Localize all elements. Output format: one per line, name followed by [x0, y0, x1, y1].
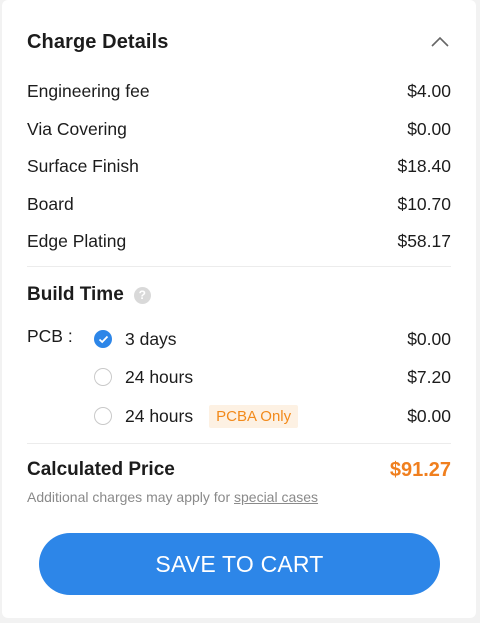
pcba-only-badge: PCBA Only	[209, 404, 299, 428]
build-time-heading: Build Time ?	[27, 281, 151, 309]
charge-details-header: Charge Details	[27, 28, 451, 56]
build-option-24-hours[interactable]: 24 hours $7.20	[94, 364, 451, 390]
option-price: $0.00	[407, 328, 451, 349]
charge-row-via-covering: Via Covering $0.00	[27, 117, 451, 141]
collapse-button[interactable]	[429, 31, 451, 53]
option-label: 24 hours	[125, 405, 194, 426]
radio-selected[interactable]	[94, 330, 112, 348]
charge-value: $0.00	[407, 118, 451, 139]
charge-label: Surface Finish	[27, 155, 139, 176]
divider	[27, 443, 451, 444]
build-time-title: Build Time	[27, 284, 124, 305]
save-to-cart-button[interactable]: SAVE TO CART	[39, 533, 440, 595]
option-label: 3 days	[125, 328, 177, 349]
charge-row-surface-finish: Surface Finish $18.40	[27, 154, 451, 178]
option-price: $7.20	[407, 366, 451, 387]
build-option-24-hours-pcba[interactable]: 24 hours PCBA Only $0.00	[94, 403, 451, 429]
charge-label: Edge Plating	[27, 230, 127, 251]
charge-label: Engineering fee	[27, 80, 150, 101]
charge-value: $58.17	[397, 230, 451, 251]
charge-label: Via Covering	[27, 118, 127, 139]
charge-row-board: Board $10.70	[27, 192, 451, 216]
charge-details-title: Charge Details	[27, 30, 169, 53]
calculated-price-title: Calculated Price	[27, 459, 175, 480]
build-option-3-days[interactable]: 3 days $0.00	[94, 326, 451, 352]
charge-details-panel: Charge Details Engineering fee $4.00 Via…	[2, 0, 476, 618]
chevron-up-icon	[431, 36, 449, 47]
calculated-price-row: Calculated Price $91.27	[27, 456, 451, 484]
option-price: $0.00	[407, 405, 451, 426]
option-label: 24 hours	[125, 366, 194, 387]
help-icon[interactable]: ?	[133, 286, 151, 304]
calculated-price-value: $91.27	[389, 458, 451, 481]
charge-row-edge-plating: Edge Plating $58.17	[27, 229, 451, 253]
additional-charges-note: Additional charges may apply for special…	[27, 489, 318, 505]
special-cases-link[interactable]: special cases	[234, 489, 318, 505]
charge-row-engineering-fee: Engineering fee $4.00	[27, 79, 451, 103]
radio-unselected[interactable]	[94, 407, 112, 425]
charge-value: $10.70	[397, 193, 451, 214]
pcb-label: PCB :	[27, 326, 73, 346]
charge-label: Board	[27, 193, 74, 214]
charge-value: $4.00	[407, 80, 451, 101]
radio-unselected[interactable]	[94, 368, 112, 386]
note-text: Additional charges may apply for	[27, 489, 231, 505]
check-icon	[98, 335, 108, 343]
divider	[27, 266, 451, 267]
charge-value: $18.40	[397, 155, 451, 176]
